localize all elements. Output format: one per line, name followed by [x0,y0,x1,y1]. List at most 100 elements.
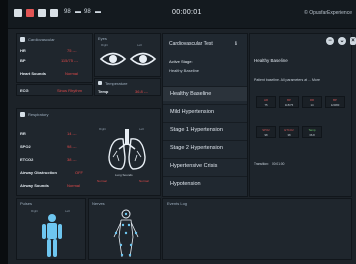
temp-value[interactable]: 36.8 --- [135,89,148,94]
stage-item[interactable]: Hypotension [163,176,247,191]
eyes-panel: Eyes Right Left [94,33,161,77]
detail-title: Healthy Baseline [254,58,288,63]
brand-label: © OpusfarExperience [304,10,352,16]
param-value: 98 [264,133,268,137]
lungs-icon[interactable] [105,127,149,173]
pulse-right-label: Right [31,209,39,213]
settings-icon[interactable] [38,9,46,17]
eyes-icon[interactable] [99,48,159,70]
param-cell: BP 120/80 [325,96,345,108]
pulses-panel: Pulses Right Left [16,198,86,260]
transition-label: Transition: [254,162,269,166]
ecg-value[interactable]: Sinus Rhythm [57,88,82,93]
heart-sounds-label: Heart Sounds [20,71,47,76]
param-value: 115/75 [284,103,294,107]
ecg-panel: ECG Sinus Rhythm [16,84,93,96]
stage-item[interactable]: Stage 2 Hypertension [163,140,247,155]
param-cell: ETCO2 38 [279,126,299,138]
lungs-small-icon [20,112,25,117]
param-value: 14 [310,103,314,107]
stage-detail-panel: Healthy Baseline Patient baseline. All p… [249,33,352,197]
param-key: SPO2 [262,128,270,132]
stage-item[interactable]: Mild Hypertension [163,104,247,119]
temperature-panel: Temperature Temp 36.8 --- [94,78,161,96]
info-icon[interactable]: ℹ [235,41,237,47]
hr-label: HR [20,48,26,53]
events-log-panel: Events Log [162,198,352,260]
detail-description[interactable]: Patient baseline. All parameters at ... … [254,78,320,82]
volume-value-1: 98 [64,9,71,15]
param-key: BP [333,98,337,102]
scenario-title: Cardiovascular Test [169,41,213,47]
pause-icon[interactable] [50,9,58,17]
param-value: 75 [264,103,268,107]
param-cell: BP 115/75 [279,96,299,108]
cardiovascular-panel: Cardiovascular HR 75 --- BP 115/75 --- H… [16,33,93,83]
airway-obstruction-value[interactable]: OFF [75,170,83,175]
nerve-map-icon[interactable] [111,209,141,259]
heart-icon [20,37,25,42]
panel-title: Cardiovascular [28,37,55,42]
etco2-label: ETCO2 [20,157,34,162]
param-cell: Temp 36.8 [302,126,322,138]
rr-value[interactable]: 14 --- [67,131,77,136]
panel-title: Temperature [105,81,128,86]
param-value: 36.8 [309,133,315,137]
person-icon[interactable] [14,9,22,17]
body-figure-icon[interactable] [39,213,65,259]
param-key: ETCO2 [284,128,294,132]
bp-value[interactable]: 115/75 --- [61,58,78,63]
thermometer-icon [98,81,102,85]
param-value: 120/80 [330,103,340,107]
flag-icon[interactable] [26,9,34,17]
close-icon[interactable]: × [350,37,356,45]
param-key: HR [263,98,269,102]
panel-title: Eyes [98,36,107,41]
heart-sounds-value[interactable]: Normal [65,71,78,76]
hr-value[interactable]: 75 --- [67,48,77,53]
eye-left-label: Left [137,43,143,47]
session-timer: 00:00:01 [172,9,202,16]
param-key: Temp [308,128,316,132]
lung-left-sound-value[interactable]: Normal [139,179,149,183]
lung-sounds-label: Lung Sounds [115,173,133,177]
volume-value-2: 98 [84,9,91,15]
eye-right-label: Right [101,43,109,47]
remove-stage-button[interactable]: − [326,37,334,45]
spo2-value[interactable]: 98 --- [67,144,77,149]
stage-item[interactable]: Healthy Baseline [163,86,247,101]
top-bar: 98 ▬ 98 ▬ 00:00:01 © OpusfarExperience [8,0,356,29]
bp-label: BP [20,58,26,63]
param-cell: RR 14 [302,96,322,108]
airway-obstruction-label: Airway Obstruction [20,170,57,175]
scenario-panel: Cardiovascular Test ℹ Active Stage: Heal… [162,33,248,197]
spo2-label: SPO2 [20,144,31,149]
volume-bar-icon[interactable]: ▬ [75,9,81,15]
respiratory-panel: Respiratory RR 14 --- SPO2 98 --- ETCO2 … [16,108,161,196]
param-cell: HR 75 [256,96,276,108]
airway-sounds-label: Airway Sounds [20,183,49,188]
panel-title: Events Log [167,201,188,206]
airway-sounds-value[interactable]: Normal [67,183,80,188]
stage-item[interactable]: Hypertensive Crisis [163,158,247,173]
app-frame: 98 ▬ 98 ▬ 00:00:01 © OpusfarExperience C… [8,0,356,264]
panel-title: Respiratory [28,112,49,117]
rr-label: RR [20,131,26,136]
param-key: BP [287,98,291,102]
nerves-panel: Nerves [88,198,161,260]
panel-title: Nerves [92,201,105,206]
ecg-label: ECG [20,88,29,93]
etco2-value[interactable]: 38 --- [67,157,77,162]
collapse-button[interactable]: ⌄ [338,37,346,45]
stage-item[interactable]: Stage 1 Hypertension [163,122,247,137]
temp-label: Temp [98,89,109,94]
transition-value[interactable]: 00:01:00 [272,162,284,166]
param-key: RR [309,98,315,102]
pulse-left-label: Left [65,209,71,213]
param-cell: SPO2 98 [256,126,276,138]
volume-slider-icon[interactable]: ▬ [95,9,101,15]
panel-title: Pulses [20,201,33,206]
lung-right-sound-value[interactable]: Normal [97,179,107,183]
param-value: 38 [287,133,291,137]
active-stage-value: Healthy Baseline [169,68,200,73]
